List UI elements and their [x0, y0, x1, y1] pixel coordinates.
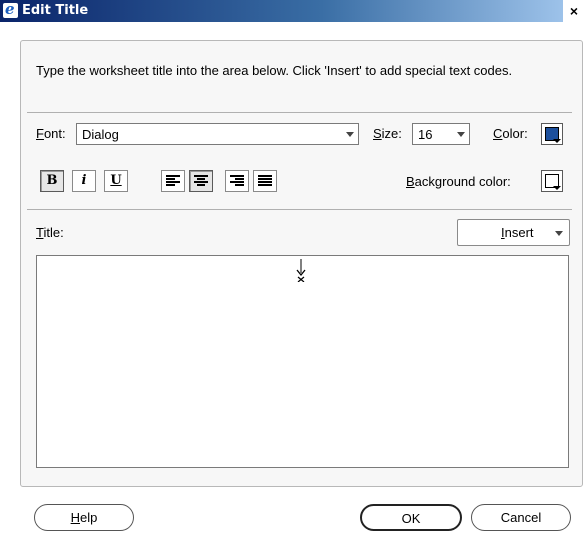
- align-center-icon: [194, 175, 208, 187]
- background-color-label: Background color:: [406, 174, 511, 189]
- title-textarea[interactable]: [36, 255, 569, 468]
- align-left-button[interactable]: [161, 170, 185, 192]
- font-label: Font:: [36, 126, 66, 141]
- close-icon[interactable]: ×: [563, 0, 585, 22]
- text-cursor-icon: [296, 259, 306, 282]
- size-dropdown[interactable]: 16: [412, 123, 470, 145]
- align-right-icon: [230, 175, 244, 187]
- window-title: Edit Title: [22, 3, 89, 18]
- insert-label: Insert: [501, 225, 534, 240]
- chevron-down-icon: [457, 132, 465, 137]
- italic-button[interactable]: i: [72, 170, 96, 192]
- color-label: Color:: [493, 126, 528, 141]
- insert-dropdown-button[interactable]: Insert: [457, 219, 570, 246]
- background-color-picker[interactable]: [541, 170, 563, 192]
- align-center-button[interactable]: [189, 170, 213, 192]
- size-value: 16: [418, 127, 433, 142]
- cancel-button[interactable]: Cancel: [471, 504, 571, 531]
- justify-button[interactable]: [253, 170, 277, 192]
- font-dropdown[interactable]: Dialog: [76, 123, 359, 145]
- ok-button[interactable]: OK: [360, 504, 462, 531]
- title-bar: Edit Title ×: [0, 0, 585, 22]
- align-left-icon: [166, 175, 180, 187]
- chevron-down-icon: [346, 132, 354, 137]
- divider: [27, 209, 572, 210]
- underline-button[interactable]: U: [104, 170, 128, 192]
- chevron-down-icon: [555, 231, 563, 236]
- size-label: Size:: [373, 126, 402, 141]
- align-right-button[interactable]: [225, 170, 249, 192]
- title-label: Title:: [36, 225, 64, 240]
- bold-button[interactable]: B: [40, 170, 64, 192]
- app-icon: [3, 0, 18, 18]
- justify-icon: [258, 175, 272, 187]
- chevron-down-icon: [553, 186, 561, 190]
- divider: [27, 112, 572, 113]
- font-value: Dialog: [82, 127, 119, 142]
- help-button[interactable]: Help: [34, 504, 134, 531]
- instructions-text: Type the worksheet title into the area b…: [36, 63, 513, 78]
- text-color-picker[interactable]: [541, 123, 563, 145]
- chevron-down-icon: [553, 139, 561, 143]
